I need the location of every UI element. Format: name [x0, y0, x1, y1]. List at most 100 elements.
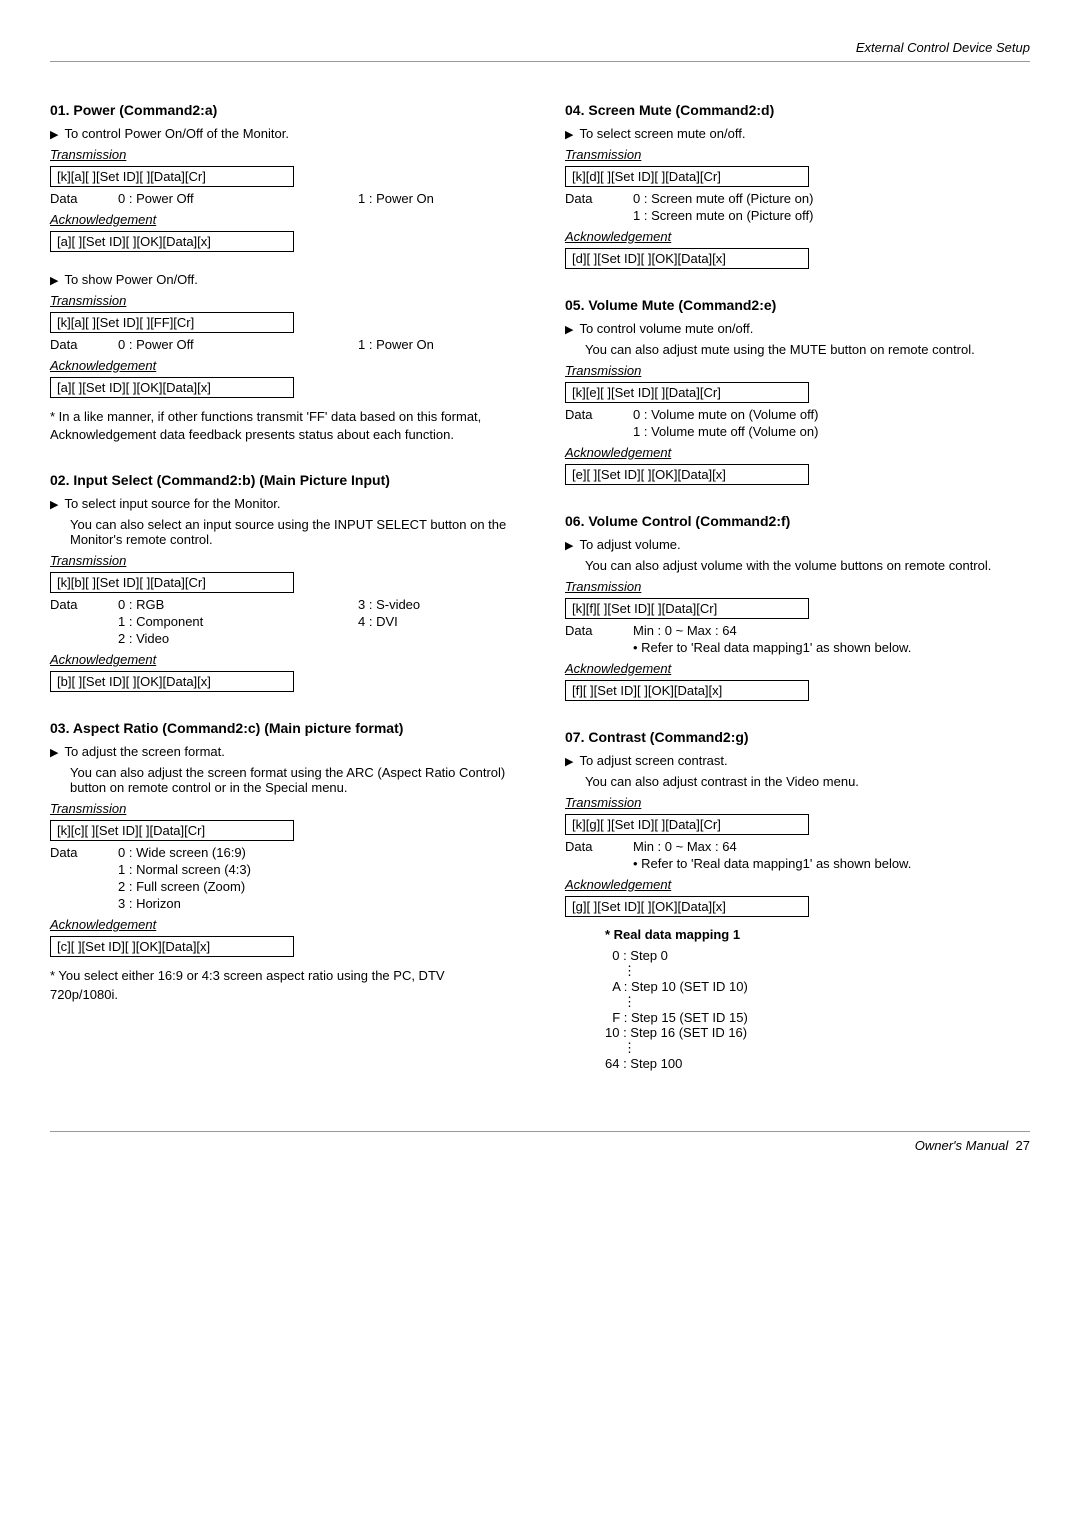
section-title-03: 03. Aspect Ratio (Command2:c) (Main pict…: [50, 720, 515, 736]
desc-07b: You can also adjust contrast in the Vide…: [585, 774, 1030, 789]
mapping-row: 0 : Step 0: [605, 948, 1030, 963]
command-box: [k][f][ ][Set ID][ ][Data][Cr]: [565, 598, 809, 619]
desc-03: ▶To adjust the screen format.: [50, 744, 515, 759]
page-header: External Control Device Setup: [50, 40, 1030, 62]
desc-03b: You can also adjust the screen format us…: [70, 765, 515, 795]
refer-text: • Refer to 'Real data mapping1' as shown…: [633, 856, 911, 871]
triangle-icon: ▶: [565, 323, 573, 336]
data-val: 2 : Video: [118, 631, 358, 646]
data-val: 4 : DVI: [358, 614, 398, 629]
mapping-title: * Real data mapping 1: [605, 927, 1030, 942]
data-row: Data0 : Volume mute on (Volume off): [565, 407, 1030, 422]
desc-text: To adjust screen contrast.: [579, 753, 727, 768]
note-03: * You select either 16:9 or 4:3 screen a…: [50, 967, 515, 1003]
vertical-dots-icon: ⋮: [623, 963, 1030, 979]
command-box: [k][a][ ][Set ID][ ][Data][Cr]: [50, 166, 294, 187]
command-box: [b][ ][Set ID][ ][OK][Data][x]: [50, 671, 294, 692]
transmission-heading: Transmission: [50, 293, 515, 308]
transmission-heading: Transmission: [565, 795, 1030, 810]
mapping-val: 0 : Step 0: [612, 948, 668, 963]
data-row: 3 : Horizon: [50, 896, 515, 911]
ack-heading: Acknowledgement: [50, 917, 515, 932]
mapping-val: 10 : Step 16 (SET ID 16): [605, 1025, 747, 1040]
data-val: 1 : Power On: [358, 337, 434, 352]
mapping-val: 64 : Step 100: [605, 1056, 682, 1071]
ack-heading: Acknowledgement: [565, 445, 1030, 460]
triangle-icon: ▶: [565, 755, 573, 768]
triangle-icon: ▶: [50, 498, 58, 511]
footer-label: Owner's Manual: [915, 1138, 1009, 1153]
desc-text: To select input source for the Monitor.: [64, 496, 280, 511]
command-box: [k][a][ ][Set ID][ ][FF][Cr]: [50, 312, 294, 333]
section-title-05: 05. Volume Mute (Command2:e): [565, 297, 1030, 313]
command-box: [k][g][ ][Set ID][ ][Data][Cr]: [565, 814, 809, 835]
triangle-icon: ▶: [50, 128, 58, 141]
transmission-heading: Transmission: [565, 147, 1030, 162]
data-row: Data 0 : RGB 3 : S-video: [50, 597, 515, 612]
right-column: 04. Screen Mute (Command2:d) ▶To select …: [565, 102, 1030, 1071]
data-row: 1 : Normal screen (4:3): [50, 862, 515, 877]
transmission-heading: Transmission: [50, 147, 515, 162]
data-row: • Refer to 'Real data mapping1' as shown…: [565, 856, 1030, 871]
mapping-row: 10 : Step 16 (SET ID 16): [605, 1025, 1030, 1040]
footer-page: 27: [1016, 1138, 1030, 1153]
ack-heading: Acknowledgement: [50, 652, 515, 667]
data-val: 0 : Power Off: [118, 191, 358, 206]
desc-05: ▶ To control volume mute on/off.: [565, 321, 1030, 336]
real-data-mapping: * Real data mapping 1 0 : Step 0 ⋮ A : S…: [605, 927, 1030, 1071]
data-val: 3 : S-video: [358, 597, 420, 612]
desc-07: ▶ To adjust screen contrast.: [565, 753, 1030, 768]
section-title-02: 02. Input Select (Command2:b) (Main Pict…: [50, 472, 515, 488]
desc-01b: ▶ To show Power On/Off.: [50, 272, 515, 287]
command-box: [k][e][ ][Set ID][ ][Data][Cr]: [565, 382, 809, 403]
mapping-row: 64 : Step 100: [605, 1056, 1030, 1071]
data-val: Min : 0 ~ Max : 64: [633, 623, 737, 638]
triangle-icon: ▶: [565, 539, 573, 552]
desc-text: To show Power On/Off.: [64, 272, 197, 287]
data-label: Data: [50, 191, 118, 206]
desc-04: ▶To select screen mute on/off.: [565, 126, 1030, 141]
command-box: [a][ ][Set ID][ ][OK][Data][x]: [50, 377, 294, 398]
data-row: • Refer to 'Real data mapping1' as shown…: [565, 640, 1030, 655]
data-val: 0 : Screen mute off (Picture on): [633, 191, 813, 206]
ack-heading: Acknowledgement: [565, 229, 1030, 244]
section-title-01: 01. Power (Command2:a): [50, 102, 515, 118]
data-val: 0 : Power Off: [118, 337, 358, 352]
ack-heading: Acknowledgement: [565, 877, 1030, 892]
data-label: Data: [565, 191, 633, 206]
desc-06: ▶ To adjust volume.: [565, 537, 1030, 552]
desc-05b: You can also adjust mute using the MUTE …: [585, 342, 1030, 357]
desc-text: To control volume mute on/off.: [579, 321, 753, 336]
mapping-row: A : Step 10 (SET ID 10): [605, 979, 1030, 994]
desc-01a: ▶To control Power On/Off of the Monitor.: [50, 126, 515, 141]
data-row: 2 : Video: [50, 631, 515, 646]
left-column: 01. Power (Command2:a) ▶To control Power…: [50, 102, 515, 1071]
data-val: 0 : RGB: [118, 597, 358, 612]
ack-heading: Acknowledgement: [50, 358, 515, 373]
data-row: Data 0 : Power Off 1 : Power On: [50, 191, 515, 206]
transmission-heading: Transmission: [50, 801, 515, 816]
desc-02: ▶ To select input source for the Monitor.: [50, 496, 515, 511]
command-box: [k][b][ ][Set ID][ ][Data][Cr]: [50, 572, 294, 593]
data-val: Min : 0 ~ Max : 64: [633, 839, 737, 854]
section-title-06: 06. Volume Control (Command2:f): [565, 513, 1030, 529]
desc-text: To adjust volume.: [579, 537, 680, 552]
transmission-heading: Transmission: [565, 579, 1030, 594]
data-val: 1 : Power On: [358, 191, 434, 206]
data-label: Data: [565, 839, 633, 854]
data-val: 1 : Volume mute off (Volume on): [633, 424, 818, 439]
note-01: * In a like manner, if other functions t…: [50, 408, 515, 444]
section-title-07: 07. Contrast (Command2:g): [565, 729, 1030, 745]
desc-02b: You can also select an input source usin…: [70, 517, 515, 547]
triangle-icon: ▶: [50, 274, 58, 287]
desc-text: To select screen mute on/off.: [579, 126, 745, 141]
data-val: 2 : Full screen (Zoom): [118, 879, 245, 894]
command-box: [k][d][ ][Set ID][ ][Data][Cr]: [565, 166, 809, 187]
mapping-val: F : Step 15 (SET ID 15): [612, 1010, 748, 1025]
mapping-row: F : Step 15 (SET ID 15): [605, 1010, 1030, 1025]
desc-06b: You can also adjust volume with the volu…: [585, 558, 1030, 573]
data-row: Data 0 : Power Off 1 : Power On: [50, 337, 515, 352]
data-val: 0 : Volume mute on (Volume off): [633, 407, 818, 422]
data-row: Data 0 : Wide screen (16:9): [50, 845, 515, 860]
data-row: 2 : Full screen (Zoom): [50, 879, 515, 894]
